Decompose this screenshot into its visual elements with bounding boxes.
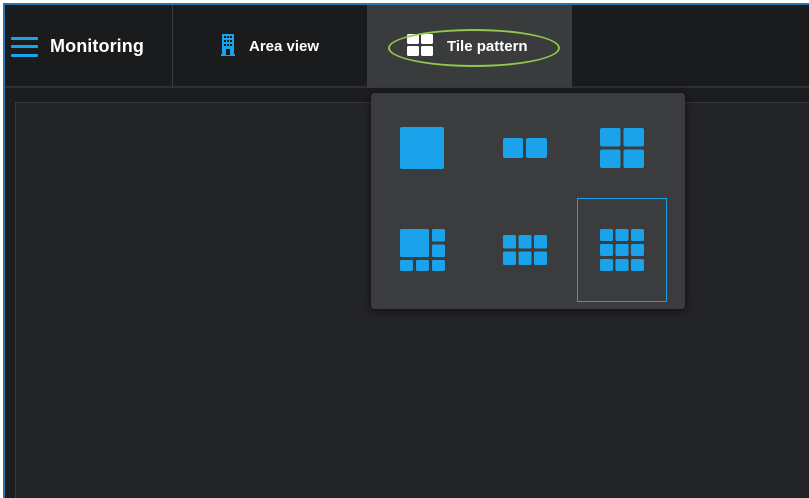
- top-bar: Monitoring Area view Tile pattern: [5, 5, 809, 88]
- layout-3x3-icon: [600, 229, 644, 271]
- tab-tile-pattern[interactable]: Tile pattern: [367, 5, 572, 88]
- pattern-option-1x1[interactable]: [377, 96, 467, 200]
- layout-1x1-icon: [400, 127, 444, 169]
- layout-1x2-icon: [503, 138, 547, 158]
- brand-area: Monitoring: [5, 5, 173, 88]
- layout-1-plus-7-icon: [399, 229, 445, 271]
- tab-area-view[interactable]: Area view: [175, 5, 367, 88]
- pattern-option-2x2[interactable]: [577, 96, 667, 200]
- building-icon: [221, 33, 235, 60]
- pattern-option-1x2[interactable]: [480, 96, 570, 200]
- layout-2x2-icon: [600, 128, 644, 168]
- tile-grid-icon: [407, 33, 433, 60]
- hamburger-menu-icon[interactable]: [11, 36, 38, 57]
- pattern-option-2x3[interactable]: [480, 198, 570, 302]
- pattern-option-3x3[interactable]: [577, 198, 667, 302]
- tab-area-view-label: Area view: [249, 38, 320, 55]
- app-window: Monitoring Area view Tile pattern: [3, 3, 809, 498]
- app-title: Monitoring: [50, 36, 144, 56]
- tile-pattern-menu: [371, 93, 685, 309]
- layout-2x3-icon: [503, 235, 547, 265]
- tab-tile-pattern-label: Tile pattern: [447, 38, 528, 55]
- pattern-option-1-plus-7[interactable]: [377, 198, 467, 302]
